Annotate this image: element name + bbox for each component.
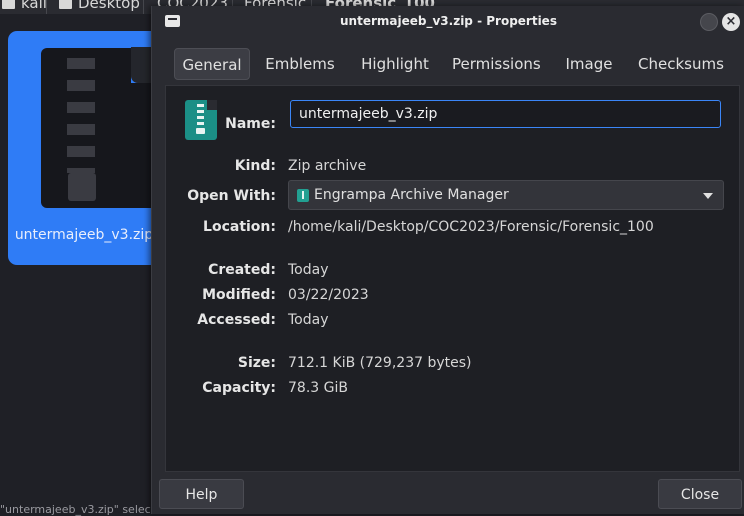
properties-dialog: untermajeeb_v3.zip - Properties × Genera… (151, 6, 744, 514)
tab-permissions[interactable]: Permissions (452, 48, 541, 80)
breadcrumb-separator (46, 0, 47, 14)
tab-highlight[interactable]: Highlight (359, 48, 431, 80)
open-with-value: Engrampa Archive Manager (314, 187, 509, 203)
general-panel (165, 85, 740, 472)
dialog-title: untermajeeb_v3.zip - Properties (340, 14, 557, 28)
accessed-value: Today (288, 312, 329, 328)
tab-emblems[interactable]: Emblems (264, 48, 336, 80)
home-icon (2, 0, 15, 9)
close-button[interactable]: Close (658, 479, 742, 509)
capacity-value: 78.3 GiB (288, 380, 348, 396)
tab-image[interactable]: Image (562, 48, 616, 80)
engrampa-icon (297, 189, 309, 202)
kind-label: Kind: (234, 158, 276, 174)
created-value: Today (288, 262, 329, 278)
size-label: Size: (237, 355, 276, 371)
close-icon[interactable]: × (722, 13, 740, 31)
created-label: Created: (208, 262, 276, 278)
tab-general[interactable]: General (174, 48, 250, 80)
location-label: Location: (203, 219, 276, 235)
capacity-label: Capacity: (202, 380, 276, 396)
tab-bar: General Emblems Highlight Permissions Im… (166, 48, 741, 82)
help-button[interactable]: Help (159, 479, 244, 509)
location-value: /home/kali/Desktop/COC2023/Forensic/Fore… (288, 219, 654, 235)
minimize-button[interactable] (700, 13, 718, 31)
folder-icon (59, 0, 72, 9)
breadcrumb-separator (143, 0, 144, 14)
open-with-label: Open With: (187, 188, 276, 204)
open-with-select[interactable]: Engrampa Archive Manager (288, 180, 724, 210)
modified-value: 03/22/2023 (288, 287, 369, 303)
breadcrumb-kali[interactable]: kali (2, 0, 47, 14)
tab-checksums[interactable]: Checksums (638, 48, 724, 80)
chevron-down-icon (703, 193, 713, 199)
name-input[interactable] (290, 100, 721, 128)
size-value: 712.1 KiB (729,237 bytes) (288, 355, 472, 371)
status-bar: "untermajeeb_v3.zip" selected (0, 503, 160, 516)
breadcrumb-desktop[interactable]: Desktop (59, 0, 140, 14)
accessed-label: Accessed: (197, 312, 276, 328)
archive-icon-fold (207, 100, 217, 110)
titlebar[interactable]: untermajeeb_v3.zip - Properties × (152, 6, 744, 38)
name-label: Name: (225, 116, 276, 132)
kind-value: Zip archive (288, 158, 367, 174)
modified-label: Modified: (202, 287, 276, 303)
